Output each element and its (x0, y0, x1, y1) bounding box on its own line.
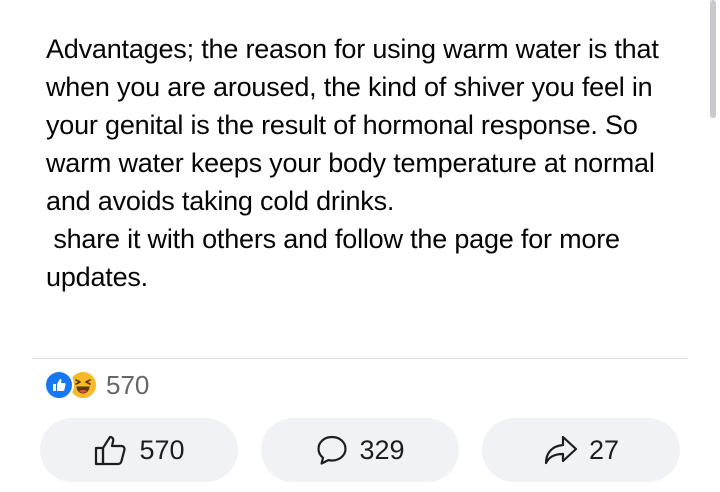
comment-count: 329 (359, 434, 405, 465)
post-text: Advantages; the reason for using warm wa… (46, 30, 686, 296)
thumbs-up-icon (93, 433, 129, 467)
post-paragraph: share it with others and follow the page… (46, 224, 628, 292)
share-arrow-icon (543, 433, 579, 467)
comment-button[interactable]: 329 (261, 418, 459, 482)
reaction-summary[interactable]: 570 (44, 368, 149, 402)
post-paragraph: Advantages; the reason for using warm wa… (46, 34, 666, 216)
share-count: 27 (588, 434, 620, 465)
action-bar: 570 329 27 (40, 418, 680, 482)
scrollbar[interactable] (710, 0, 716, 118)
like-reaction-icon (44, 370, 74, 400)
speech-bubble-icon (315, 433, 349, 467)
divider (32, 358, 688, 359)
reaction-count: 570 (106, 369, 150, 400)
share-button[interactable]: 27 (482, 418, 680, 482)
like-count: 570 (139, 434, 185, 465)
like-button[interactable]: 570 (40, 418, 238, 482)
